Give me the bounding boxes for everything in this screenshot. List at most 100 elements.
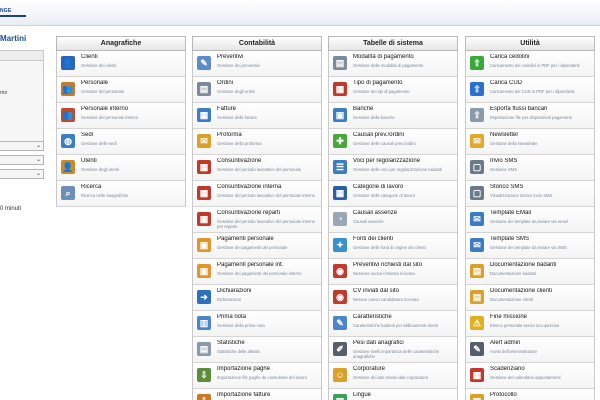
menu-item[interactable]: ✉ Template SMS Gestione dei template da in…	[466, 233, 594, 259]
menu-item[interactable]: ✐ Pesi dati anagrafici Gestione livelli im…	[329, 337, 457, 363]
menu-item[interactable]: ▤ Modalità di pagamento Gestione delle mod…	[329, 51, 457, 77]
menu-item[interactable]: ◍ Sedi Gestione delle sedi	[57, 129, 185, 155]
menu-item[interactable]: ▣ Pagamenti personale Gestione dei pagamen…	[193, 233, 321, 259]
menu-item[interactable]: ▦ Consuntivazione Gestione del periodo lav…	[193, 155, 321, 181]
menu-item[interactable]: ◉ Preventivi richiesti dal sito Nessuna nu…	[329, 259, 457, 285]
menu-item-title[interactable]: Corporature	[353, 366, 455, 372]
menu-item[interactable]: ✚ Causali prev./ordini Gestione delle caus…	[329, 129, 457, 155]
menu-item-title[interactable]: Caratteristiche	[353, 314, 455, 320]
menu-item-title[interactable]: Fatture	[217, 106, 319, 112]
menu-item[interactable]: ⇩ Importazione paghe Importazione file pag…	[193, 363, 321, 389]
menu-item[interactable]: ✦ Fonti dei clienti Gestione delle fonti d…	[329, 233, 457, 259]
menu-item[interactable]: ▦ Categorie di lavoro Gestione delle categ…	[329, 181, 457, 207]
menu-item-title[interactable]: Alert admin	[490, 340, 592, 346]
menu-item-title[interactable]: Preventivi richiesti dal sito	[353, 262, 455, 268]
menu-item-title[interactable]: Importazione fatture	[217, 392, 319, 398]
menu-item[interactable]: ⇩Importazione fattureImportazione fattur…	[193, 389, 321, 400]
menu-item[interactable]: ✉ Proforma Gestione della proforma	[193, 129, 321, 155]
menu-item-title[interactable]: Utenti	[81, 158, 183, 164]
left-select-3[interactable]: ⌄	[0, 169, 44, 179]
menu-item-title[interactable]: Esporta flussi bancari	[490, 106, 592, 112]
menu-item-title[interactable]: Tipo di pagamento	[353, 80, 455, 86]
left-select-1[interactable]: ⌄	[0, 141, 44, 151]
menu-item-title[interactable]: Proforma	[217, 132, 319, 138]
menu-item-title[interactable]: Causali assenze	[353, 210, 455, 216]
menu-item-title[interactable]: Pesi dati anagrafici	[353, 340, 455, 346]
menu-item[interactable]: ✉ Newsletter Gestione della Newsletter	[466, 129, 594, 155]
menu-item[interactable]: ☺ Corporature Gestione dei dati relativi a…	[329, 363, 457, 389]
menu-item[interactable]: ⚠ Fine missione Elenco personale senza occ…	[466, 311, 594, 337]
menu-item[interactable]: ▣ Banche Gestione delle banche	[329, 103, 457, 129]
menu-item-title[interactable]: Protocollo	[490, 392, 592, 398]
menu-item[interactable]: ☰ Voci per regolarizzazione Gestione delle…	[329, 155, 457, 181]
menu-item-title[interactable]: Storico SMS	[490, 184, 592, 190]
left-select-2[interactable]: ⌄	[0, 155, 44, 165]
menu-item[interactable]: ▣ Pagamenti personale int. Gestione dei pa…	[193, 259, 321, 285]
menu-item-title[interactable]: Template EMail	[490, 210, 592, 216]
menu-item[interactable]: ▤ProtocolloGestione del protocollo	[466, 389, 594, 400]
menu-item-title[interactable]: Fine missione	[490, 314, 592, 320]
menu-item-title[interactable]: Fonti dei clienti	[353, 236, 455, 242]
menu-item-title[interactable]: Documentazione badanti	[490, 262, 592, 268]
menu-item[interactable]: ▤ Documentazione clienti Documentazione cl…	[466, 285, 594, 311]
menu-item-title[interactable]: Invio SMS	[490, 158, 592, 164]
menu-item-title[interactable]: Carica CUD	[490, 80, 592, 86]
menu-item[interactable]: ▦ Fatture Gestione delle fatture	[193, 103, 321, 129]
menu-item-title[interactable]: Carica cedolini	[490, 54, 592, 60]
menu-item[interactable]: ▥ Prima nota Gestione della prima nota	[193, 311, 321, 337]
menu-item[interactable]: ▦ Tipo di pagamento Gestione dei tipi di p…	[329, 77, 457, 103]
menu-item[interactable]: ▤ Statistiche Statistiche delle attività	[193, 337, 321, 363]
menu-item[interactable]: ⇧ Carica CUD Caricamento dei CUD in PDF pe…	[466, 77, 594, 103]
menu-item[interactable]: ◉ CV inviati dal sito Nessun nuovo candida…	[329, 285, 457, 311]
menu-item-title[interactable]: Pagamenti personale int.	[217, 262, 319, 268]
menu-item[interactable]: ▤LingueGestione dei dati relativi alla l…	[329, 389, 457, 400]
menu-item[interactable]: ▤ Ordini Gestione degli ordini	[193, 77, 321, 103]
menu-item[interactable]: 👥 Personale interno Gestione del personale…	[57, 103, 185, 129]
menu-item-title[interactable]: Prima nota	[217, 314, 319, 320]
menu-item-title[interactable]: Ricerca	[81, 184, 183, 190]
menu-item[interactable]: ▢ Storico SMS Visualizzazione storico invi…	[466, 181, 594, 207]
menu-item-title[interactable]: Personale interno	[81, 106, 183, 112]
menu-item-title[interactable]: Causali prev./ordini	[353, 132, 455, 138]
menu-item[interactable]: ⇪ Esporta flussi bancari Esportazione file…	[466, 103, 594, 129]
menu-item-title[interactable]: Categorie di lavoro	[353, 184, 455, 190]
menu-item-title[interactable]: Statistiche	[217, 340, 319, 346]
menu-item[interactable]: ⇧ Carica cedolini Caricamento dei cedolini…	[466, 51, 594, 77]
menu-item-title[interactable]: Preventivi	[217, 54, 319, 60]
menu-item-title[interactable]: Template SMS	[490, 236, 592, 242]
menu-item-title[interactable]: Consuntivazione interna	[217, 184, 319, 190]
menu-item[interactable]: ✎ Preventivi Gestione dei preventivi	[193, 51, 321, 77]
menu-item-title[interactable]: Banche	[353, 106, 455, 112]
menu-item[interactable]: ✉ Template EMail Gestione dei template da …	[466, 207, 594, 233]
menu-item-title[interactable]: Dichiarazioni	[217, 288, 319, 294]
logo[interactable]: NGE	[0, 8, 26, 17]
menu-item-title[interactable]: Ordini	[217, 80, 319, 86]
menu-item-title[interactable]: Scadenziario	[490, 366, 592, 372]
menu-item[interactable]: ✎ Caratteristiche Caratteristiche badanti …	[329, 311, 457, 337]
menu-item-title[interactable]: CV inviati dal sito	[353, 288, 455, 294]
menu-item[interactable]: ▦ Consuntivazione interna Gestione del per…	[193, 181, 321, 207]
menu-item[interactable]: 👤 Utenti Gestione degli utenti	[57, 155, 185, 181]
menu-item[interactable]: ▢ Invio SMS Gestione SMS	[466, 155, 594, 181]
menu-item[interactable]: 👥 Personale Gestione del personale	[57, 77, 185, 103]
menu-item-title[interactable]: Lingue	[353, 392, 455, 398]
menu-item[interactable]: ⌕ Ricerca Ricerca nelle anagrafiche	[57, 181, 185, 207]
menu-item[interactable]: ✎ Alert admin Avvisi dell'amministratore	[466, 337, 594, 363]
menu-item-title[interactable]: Clienti	[81, 54, 183, 60]
menu-item-title[interactable]: Pagamenti personale	[217, 236, 319, 242]
menu-item-title[interactable]: Sedi	[81, 132, 183, 138]
menu-item[interactable]: ◔ Causali assenze Causali assenze	[329, 207, 457, 233]
menu-item-title[interactable]: Importazione paghe	[217, 366, 319, 372]
menu-item-title[interactable]: Newsletter	[490, 132, 592, 138]
menu-item[interactable]: ▦ Consuntivazione reparti Gestione del per…	[193, 207, 321, 233]
menu-item-title[interactable]: Consuntivazione	[217, 158, 319, 164]
menu-item-title[interactable]: Voci per regolarizzazione	[353, 158, 455, 164]
menu-item-title[interactable]: Consuntivazione reparti	[217, 210, 319, 216]
menu-item[interactable]: ▤ Documentazione badanti Documentazione ba…	[466, 259, 594, 285]
menu-item-title[interactable]: Modalità di pagamento	[353, 54, 455, 60]
menu-item-title[interactable]: Personale	[81, 80, 183, 86]
menu-item[interactable]: 👤 Clienti Gestione dei clienti	[57, 51, 185, 77]
menu-item[interactable]: ▦ Scadenziario Gestione del calendario app…	[466, 363, 594, 389]
menu-item[interactable]: ➜ Dichiarazioni Dichiarazioni	[193, 285, 321, 311]
menu-item-title[interactable]: Documentazione clienti	[490, 288, 592, 294]
